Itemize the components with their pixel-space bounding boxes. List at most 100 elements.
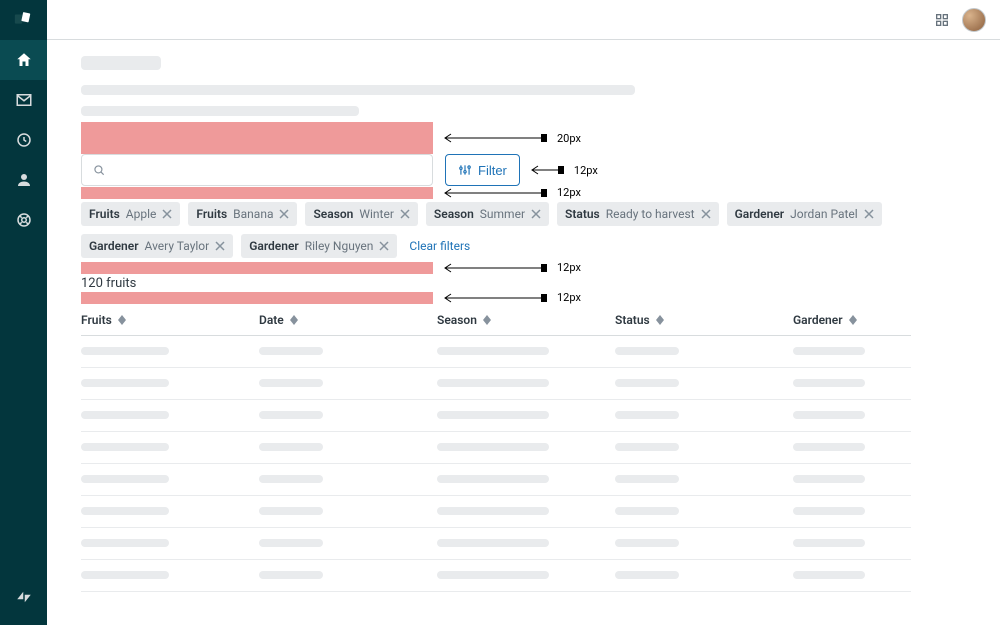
table-row[interactable] — [81, 432, 911, 464]
cell-placeholder — [793, 347, 865, 355]
filter-tag[interactable]: SeasonWinter — [305, 202, 417, 226]
search-field[interactable] — [114, 163, 422, 178]
cell-placeholder — [259, 539, 323, 547]
column-header[interactable]: Season — [437, 313, 615, 327]
sidebar-item-mail[interactable] — [0, 80, 47, 120]
filter-tag[interactable]: GardenerRiley Nguyen — [241, 234, 397, 258]
table-cell — [259, 376, 437, 391]
page-subtitle-placeholder — [81, 84, 1000, 99]
avatar[interactable] — [962, 8, 986, 32]
column-header[interactable]: Gardener — [793, 313, 911, 327]
close-icon[interactable] — [531, 209, 541, 219]
filter-tag[interactable]: StatusReady to harvest — [557, 202, 719, 226]
close-icon[interactable] — [400, 209, 410, 219]
page-title-placeholder — [81, 56, 1000, 74]
table-cell — [259, 536, 437, 551]
table-cell — [437, 408, 615, 423]
cell-placeholder — [259, 475, 323, 483]
table-row[interactable] — [81, 368, 911, 400]
filter-tag[interactable]: GardenerJordan Patel — [727, 202, 882, 226]
apps-grid-icon[interactable] — [934, 12, 950, 28]
spacing-label: 12px — [574, 164, 598, 177]
spacing-region — [81, 122, 433, 154]
table-cell — [793, 376, 911, 391]
cell-placeholder — [437, 571, 549, 579]
close-icon[interactable] — [864, 209, 874, 219]
close-icon[interactable] — [162, 209, 172, 219]
table-row[interactable] — [81, 560, 911, 592]
table-cell — [81, 440, 259, 455]
sort-icon — [290, 315, 298, 325]
table-cell — [81, 536, 259, 551]
table-cell — [793, 504, 911, 519]
cell-placeholder — [81, 379, 169, 387]
cell-placeholder — [259, 443, 323, 451]
close-icon[interactable] — [215, 241, 225, 251]
sort-icon — [849, 315, 857, 325]
cell-placeholder — [793, 411, 865, 419]
table-cell — [81, 376, 259, 391]
table-cell — [793, 344, 911, 359]
table-row[interactable] — [81, 400, 911, 432]
spacing-annotation-icon — [443, 263, 547, 273]
cell-placeholder — [81, 443, 169, 451]
spacing-annotation-icon — [443, 133, 547, 143]
cell-placeholder — [437, 411, 549, 419]
table-cell — [259, 408, 437, 423]
table-cell — [81, 408, 259, 423]
cell-placeholder — [81, 411, 169, 419]
table-row[interactable] — [81, 336, 911, 368]
search-input[interactable] — [81, 154, 433, 186]
spacing-region — [81, 187, 433, 199]
table-cell — [615, 568, 793, 583]
sidebar-item-recent[interactable] — [0, 120, 47, 160]
cell-placeholder — [259, 411, 323, 419]
cell-placeholder — [259, 347, 323, 355]
sidebar-item-support[interactable] — [0, 200, 47, 240]
cell-placeholder — [793, 571, 865, 579]
sidebar-item-zendesk[interactable] — [0, 577, 47, 617]
filter-tag[interactable]: SeasonSummer — [426, 202, 549, 226]
column-label: Fruits — [81, 313, 112, 327]
column-header[interactable]: Date — [259, 313, 437, 327]
table-cell — [437, 536, 615, 551]
filter-tag-key: Gardener — [735, 207, 785, 221]
filter-tag[interactable]: FruitsApple — [81, 202, 180, 226]
table-row[interactable] — [81, 464, 911, 496]
filter-tag-value: Winter — [359, 207, 394, 221]
column-header[interactable]: Status — [615, 313, 793, 327]
filter-tag-key: Status — [565, 207, 600, 221]
table-cell — [615, 504, 793, 519]
cell-placeholder — [793, 507, 865, 515]
cell-placeholder — [81, 571, 169, 579]
cell-placeholder — [793, 443, 865, 451]
filter-tag-value: Avery Taylor — [145, 239, 210, 253]
table-cell — [615, 344, 793, 359]
filter-tag[interactable]: FruitsBanana — [188, 202, 297, 226]
table-cell — [81, 504, 259, 519]
brand-logo[interactable] — [0, 0, 47, 40]
table-cell — [81, 344, 259, 359]
table-row[interactable] — [81, 496, 911, 528]
close-icon[interactable] — [279, 209, 289, 219]
close-icon[interactable] — [701, 209, 711, 219]
column-header[interactable]: Fruits — [81, 313, 259, 327]
sidebar-item-person[interactable] — [0, 160, 47, 200]
close-icon[interactable] — [379, 241, 389, 251]
column-label: Status — [615, 313, 650, 327]
sort-icon — [483, 315, 491, 325]
sliders-icon — [458, 163, 472, 177]
clear-filters-link[interactable]: Clear filters — [405, 239, 474, 253]
filter-tag[interactable]: GardenerAvery Taylor — [81, 234, 233, 258]
sidebar-item-home[interactable] — [0, 40, 47, 80]
table-cell — [437, 376, 615, 391]
data-table: Fruits Date SeasonStatus Gardener — [81, 304, 911, 592]
cell-placeholder — [81, 475, 169, 483]
table-row[interactable] — [81, 528, 911, 560]
search-icon — [92, 163, 106, 177]
column-label: Date — [259, 313, 284, 327]
table-cell — [437, 504, 615, 519]
filter-button[interactable]: Filter — [445, 154, 520, 186]
cell-placeholder — [437, 347, 549, 355]
table-cell — [81, 472, 259, 487]
